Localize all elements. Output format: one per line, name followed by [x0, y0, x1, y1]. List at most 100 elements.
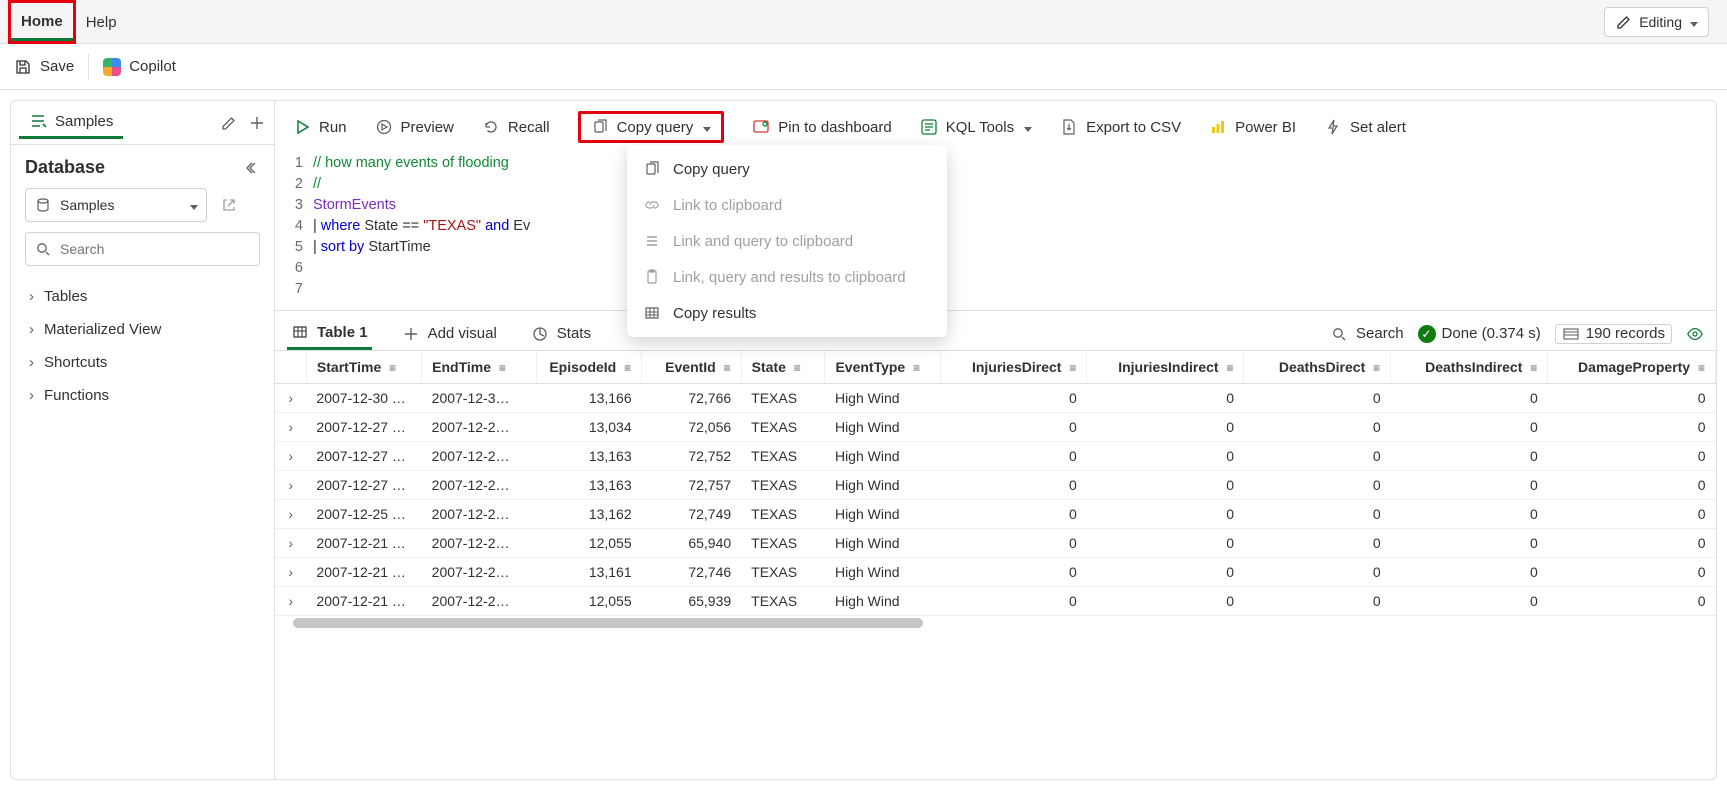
table-row[interactable]: ›2007-12-25 …2007-12-2…13,16272,749TEXAS… [275, 500, 1716, 529]
preview-icon [375, 118, 393, 136]
copy-query-label: Copy query [617, 119, 694, 136]
menu-label: Link, query and results to clipboard [673, 269, 906, 286]
cell: 0 [940, 384, 1087, 413]
cell: 0 [1087, 442, 1244, 471]
copilot-button[interactable]: Copilot [103, 58, 176, 76]
column-header[interactable]: State ≡ [741, 351, 825, 384]
tab-home[interactable]: Home [11, 3, 73, 41]
export-csv-button[interactable]: Export to CSV [1060, 118, 1181, 136]
export-csv-label: Export to CSV [1086, 119, 1181, 136]
pin-dashboard-button[interactable]: Pin to dashboard [752, 118, 891, 136]
run-button[interactable]: Run [293, 118, 347, 136]
column-header[interactable]: InjuriesDirect ≡ [940, 351, 1087, 384]
tab-label: Table 1 [317, 324, 368, 341]
plus-icon[interactable] [248, 114, 266, 132]
code-body[interactable]: // how many events of flooding // StormE… [313, 153, 1716, 300]
set-alert-button[interactable]: Set alert [1324, 118, 1406, 136]
column-header[interactable]: DamageProperty ≡ [1548, 351, 1716, 384]
column-menu-icon[interactable]: ≡ [1530, 361, 1537, 375]
column-menu-icon[interactable]: ≡ [499, 361, 506, 375]
expand-row-icon[interactable]: › [275, 500, 306, 529]
column-menu-icon[interactable]: ≡ [1226, 361, 1233, 375]
column-header[interactable]: InjuriesIndirect ≡ [1087, 351, 1244, 384]
menu-copy-query[interactable]: Copy query [627, 151, 947, 187]
table-icon [291, 323, 309, 341]
column-header[interactable]: StartTime ≡ [306, 351, 421, 384]
tree-item-functions[interactable]: ›Functions [25, 379, 260, 412]
database-select[interactable]: Samples [25, 188, 207, 222]
expand-row-icon[interactable]: › [275, 558, 306, 587]
table-row[interactable]: ›2007-12-27 …2007-12-2…13,03472,056TEXAS… [275, 413, 1716, 442]
open-external-icon[interactable] [215, 191, 243, 219]
column-header[interactable]: EpisodeId ≡ [537, 351, 642, 384]
cell: 2007-12-2… [422, 413, 537, 442]
expand-row-icon[interactable]: › [275, 529, 306, 558]
menu-copy-results[interactable]: Copy results [627, 295, 947, 331]
expand-row-icon[interactable]: › [275, 471, 306, 500]
expand-row-icon[interactable]: › [275, 587, 306, 616]
collapse-panel-icon[interactable] [242, 159, 260, 177]
code-editor[interactable]: 1234567 // how many events of flooding /… [275, 151, 1716, 311]
tab-help[interactable]: Help [76, 4, 127, 39]
table-row[interactable]: ›2007-12-27 …2007-12-2…13,16372,757TEXAS… [275, 471, 1716, 500]
table-row[interactable]: ›2007-12-21 …2007-12-2…12,05565,940TEXAS… [275, 529, 1716, 558]
column-header[interactable]: EventType ≡ [825, 351, 940, 384]
tree-item-tables[interactable]: ›Tables [25, 280, 260, 313]
column-header[interactable]: DeathsDirect ≡ [1244, 351, 1391, 384]
cell: 2007-12-2… [422, 442, 537, 471]
sidebar-search-input[interactable] [60, 241, 251, 257]
recall-button[interactable]: Recall [482, 118, 550, 136]
table-row[interactable]: ›2007-12-21 …2007-12-2…13,16172,746TEXAS… [275, 558, 1716, 587]
column-menu-icon[interactable]: ≡ [1069, 361, 1076, 375]
cell: TEXAS [741, 587, 825, 616]
cell: 0 [1244, 442, 1391, 471]
column-menu-icon[interactable]: ≡ [389, 361, 396, 375]
column-menu-icon[interactable]: ≡ [1373, 361, 1380, 375]
add-visual-button[interactable]: Add visual [398, 319, 501, 349]
search-icon [34, 240, 52, 258]
expand-row-icon[interactable]: › [275, 413, 306, 442]
stats-tab[interactable]: Stats [527, 319, 595, 349]
tab-label: Stats [557, 325, 591, 342]
cell: 2007-12-27 … [306, 471, 421, 500]
sidebar-tab-samples[interactable]: Samples [19, 106, 123, 139]
chevron-right-icon: › [29, 354, 34, 371]
column-header[interactable]: EventId ≡ [642, 351, 742, 384]
editing-mode-button[interactable]: Editing [1604, 7, 1709, 37]
sidebar-tab-label: Samples [55, 113, 113, 130]
copy-query-menu: Copy query Link to clipboard Link and qu… [627, 145, 947, 337]
column-menu-icon[interactable]: ≡ [794, 361, 801, 375]
cell: 0 [1244, 413, 1391, 442]
save-button[interactable]: Save [14, 58, 74, 76]
tree-item-materialized-view[interactable]: ›Materialized View [25, 313, 260, 346]
results-grid[interactable]: StartTime ≡EndTime ≡EpisodeId ≡EventId ≡… [275, 351, 1716, 779]
column-menu-icon[interactable]: ≡ [913, 361, 920, 375]
column-header[interactable]: EndTime ≡ [422, 351, 537, 384]
kql-tools-button[interactable]: KQL Tools [920, 118, 1032, 136]
chevron-right-icon: › [29, 321, 34, 338]
column-menu-icon[interactable]: ≡ [724, 361, 731, 375]
sidebar-search[interactable] [25, 232, 260, 266]
expand-row-icon[interactable]: › [275, 384, 306, 413]
tree-item-shortcuts[interactable]: ›Shortcuts [25, 346, 260, 379]
results-search-button[interactable]: Search [1330, 325, 1404, 343]
status-done: ✓ Done (0.374 s) [1418, 325, 1541, 343]
rows-icon [1562, 325, 1580, 343]
table-row[interactable]: ›2007-12-21 …2007-12-2…12,05565,939TEXAS… [275, 587, 1716, 616]
column-menu-icon[interactable]: ≡ [624, 361, 631, 375]
eye-icon[interactable] [1686, 325, 1704, 343]
horizontal-scrollbar[interactable] [275, 616, 1716, 630]
power-bi-button[interactable]: Power BI [1209, 118, 1296, 136]
results-tab-table1[interactable]: Table 1 [287, 317, 372, 350]
column-menu-icon[interactable]: ≡ [1698, 361, 1705, 375]
table-row[interactable]: ›2007-12-27 …2007-12-2…13,16372,752TEXAS… [275, 442, 1716, 471]
table-row[interactable]: ›2007-12-30 …2007-12-3…13,16672,766TEXAS… [275, 384, 1716, 413]
tools-icon [920, 118, 938, 136]
column-header[interactable]: DeathsIndirect ≡ [1391, 351, 1548, 384]
scrollbar-thumb[interactable] [293, 618, 923, 628]
preview-button[interactable]: Preview [375, 118, 454, 136]
cell: 0 [1244, 471, 1391, 500]
copy-query-split-button[interactable]: Copy query [578, 111, 725, 143]
pencil-icon[interactable] [220, 114, 238, 132]
expand-row-icon[interactable]: › [275, 442, 306, 471]
